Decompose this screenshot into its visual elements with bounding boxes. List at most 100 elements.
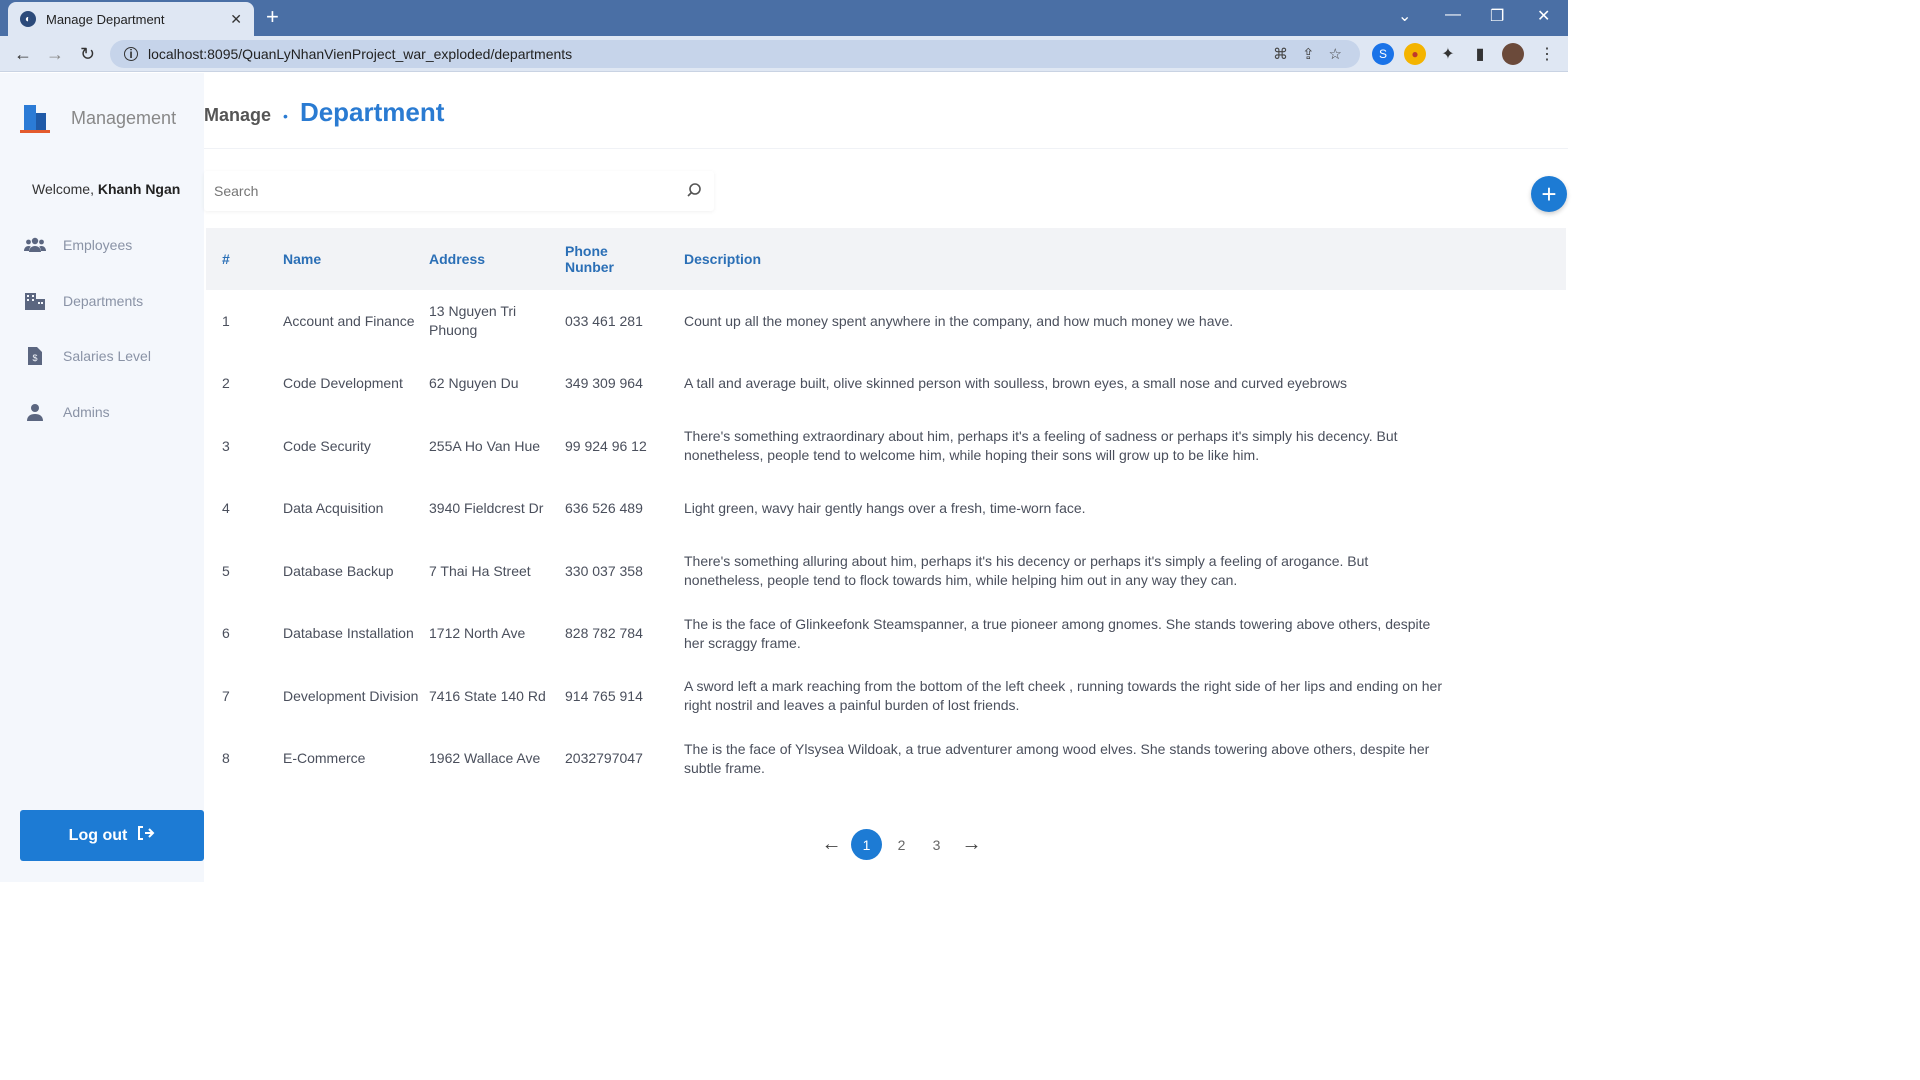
sidebar-item-label: Salaries Level xyxy=(63,348,151,364)
invoice-dollar-icon: $ xyxy=(24,347,46,365)
cell-index: 6 xyxy=(222,625,230,642)
sidebar-item-admins[interactable]: Admins xyxy=(24,403,110,421)
translate-icon[interactable]: ⌘ xyxy=(1273,45,1288,63)
cell-description: Light green, wavy hair gently hangs over… xyxy=(684,500,1086,517)
url-bar[interactable]: i localhost:8095/QuanLyNhanVienProject_w… xyxy=(110,40,1360,68)
close-window-icon[interactable]: ✕ xyxy=(1537,6,1550,26)
cell-phone: 330 037 358 xyxy=(565,562,643,579)
cell-index: 1 xyxy=(222,312,230,329)
close-tab-icon[interactable]: ✕ xyxy=(230,11,242,28)
cell-address: 255A Ho Van Hue xyxy=(429,437,541,454)
building-logo-icon xyxy=(20,103,50,133)
page-button-2[interactable]: 2 xyxy=(886,829,917,860)
cell-phone: 828 782 784 xyxy=(565,625,643,642)
table-row[interactable]: 1 Account and Finance 13 Nguyen Tri Phuo… xyxy=(206,290,1566,353)
cell-name: Code Development xyxy=(283,375,403,392)
cell-description: The is the face of Ylsysea Wildoak, a tr… xyxy=(684,740,1430,776)
menu-icon[interactable]: ⋮ xyxy=(1536,43,1558,65)
table-row[interactable]: 4 Data Acquisition 3940 Fieldcrest Dr 63… xyxy=(206,478,1566,541)
address-bar-area: ← → ↻ i localhost:8095/QuanLyNhanVienPro… xyxy=(0,36,1568,72)
tab-search-icon[interactable]: ⌄ xyxy=(1398,6,1411,26)
search-input[interactable] xyxy=(214,183,686,199)
sidebar-item-label: Employees xyxy=(63,237,133,253)
restore-icon[interactable]: ❐ xyxy=(1490,6,1504,26)
column-header-index: # xyxy=(222,251,230,267)
cell-phone: 914 765 914 xyxy=(565,687,643,704)
profile-avatar[interactable] xyxy=(1502,43,1524,65)
logout-label: Log out xyxy=(68,826,128,844)
cell-description: There's something extraordinary about hi… xyxy=(684,428,1398,464)
welcome-prefix: Welcome, xyxy=(32,181,94,197)
pagination: ← 1 2 3 → xyxy=(816,829,991,860)
puzzle-icon[interactable]: ✦ xyxy=(1437,43,1459,65)
sidebar-item-label: Admins xyxy=(63,404,110,420)
cell-phone: 349 309 964 xyxy=(565,375,643,392)
brand-name: Management xyxy=(71,107,177,128)
sidebar-item-employees[interactable]: Employees xyxy=(24,236,132,254)
cell-address: 1712 North Ave xyxy=(429,625,526,642)
brand[interactable]: Management xyxy=(20,103,176,133)
add-department-button[interactable]: + xyxy=(1531,176,1567,212)
browser-tab[interactable]: ◐ Manage Department ✕ xyxy=(8,2,254,36)
breadcrumb-parent[interactable]: Manage xyxy=(204,105,271,126)
cell-address: 62 Nguyen Du xyxy=(429,375,519,392)
extension-icon[interactable]: ● xyxy=(1404,43,1426,65)
sidebar-item-salaries-level[interactable]: $ Salaries Level xyxy=(24,347,151,365)
table-header-row: # Name Address Phone Nunber Description xyxy=(206,228,1566,290)
page-button-3[interactable]: 3 xyxy=(921,829,952,860)
new-tab-icon[interactable]: + xyxy=(266,6,279,28)
search-box xyxy=(204,171,714,211)
cell-address: 7416 State 140 Rd xyxy=(429,687,546,704)
table-row[interactable]: 5 Database Backup 7 Thai Ha Street 330 0… xyxy=(206,540,1566,603)
cell-phone: 2032797047 xyxy=(565,750,643,767)
bookmark-star-icon[interactable]: ☆ xyxy=(1329,45,1342,63)
next-page-icon[interactable]: → xyxy=(956,829,987,860)
building-icon xyxy=(24,292,46,310)
cell-index: 2 xyxy=(222,375,230,392)
sidebar: Management Welcome, Khanh Ngan Employees… xyxy=(0,73,204,882)
column-header-name: Name xyxy=(283,251,322,267)
breadcrumb: Manage • Department xyxy=(204,97,444,128)
cell-description: Count up all the money spent anywhere in… xyxy=(684,312,1234,329)
prev-page-icon[interactable]: ← xyxy=(816,829,847,860)
svg-text:$: $ xyxy=(32,353,37,363)
cell-name: Data Acquisition xyxy=(283,500,384,517)
cell-name: E-Commerce xyxy=(283,750,366,767)
logout-button[interactable]: Log out xyxy=(20,810,204,861)
breadcrumb-separator: • xyxy=(283,108,288,124)
cell-address: 7 Thai Ha Street xyxy=(429,562,531,579)
site-info-icon[interactable]: i xyxy=(124,47,138,61)
username: Khanh Ngan xyxy=(97,181,181,197)
side-panel-icon[interactable]: ▮ xyxy=(1469,43,1491,65)
column-header-phone: Phone Nunber xyxy=(565,243,614,275)
reload-icon[interactable]: ↻ xyxy=(80,44,95,65)
cell-name: Development Division xyxy=(283,687,419,704)
cell-address: 13 Nguyen Tri Phuong xyxy=(429,303,517,339)
sidebar-item-departments[interactable]: Departments xyxy=(24,292,143,310)
cell-index: 5 xyxy=(222,562,230,579)
browser-tab-strip: ◐ Manage Department ✕ + ⌄ — ❐ ✕ xyxy=(0,0,1568,36)
cell-description: A sword left a mark reaching from the bo… xyxy=(684,678,1442,714)
cell-phone: 636 526 489 xyxy=(565,500,643,517)
cell-address: 1962 Wallace Ave xyxy=(429,750,541,767)
page-title: Department xyxy=(299,97,445,127)
url-text: localhost:8095/QuanLyNhanVienProject_war… xyxy=(148,46,573,62)
welcome-message: Welcome, Khanh Ngan xyxy=(32,181,180,197)
table-row[interactable]: 3 Code Security 255A Ho Van Hue 99 924 9… xyxy=(206,415,1566,478)
search-icon[interactable] xyxy=(686,182,704,200)
users-icon xyxy=(24,236,46,254)
table-row[interactable]: 2 Code Development 62 Nguyen Du 349 309 … xyxy=(206,353,1566,416)
cell-name: Database Installation xyxy=(283,625,414,642)
table-row[interactable]: 8 E-Commerce 1962 Wallace Ave 2032797047… xyxy=(206,728,1566,791)
table-row[interactable]: 7 Development Division 7416 State 140 Rd… xyxy=(206,665,1566,728)
table-row[interactable]: 6 Database Installation 1712 North Ave 8… xyxy=(206,603,1566,666)
cell-name: Account and Finance xyxy=(283,312,415,329)
forward-icon[interactable]: → xyxy=(46,44,64,65)
cell-index: 7 xyxy=(222,687,230,704)
share-icon[interactable]: ⇪ xyxy=(1302,45,1315,63)
extension-icon[interactable]: S xyxy=(1372,43,1394,65)
minimize-icon[interactable]: — xyxy=(1445,6,1461,24)
page-button-1[interactable]: 1 xyxy=(851,829,882,860)
cell-description: There's something alluring about him, pe… xyxy=(684,553,1369,589)
back-icon[interactable]: ← xyxy=(14,44,32,65)
